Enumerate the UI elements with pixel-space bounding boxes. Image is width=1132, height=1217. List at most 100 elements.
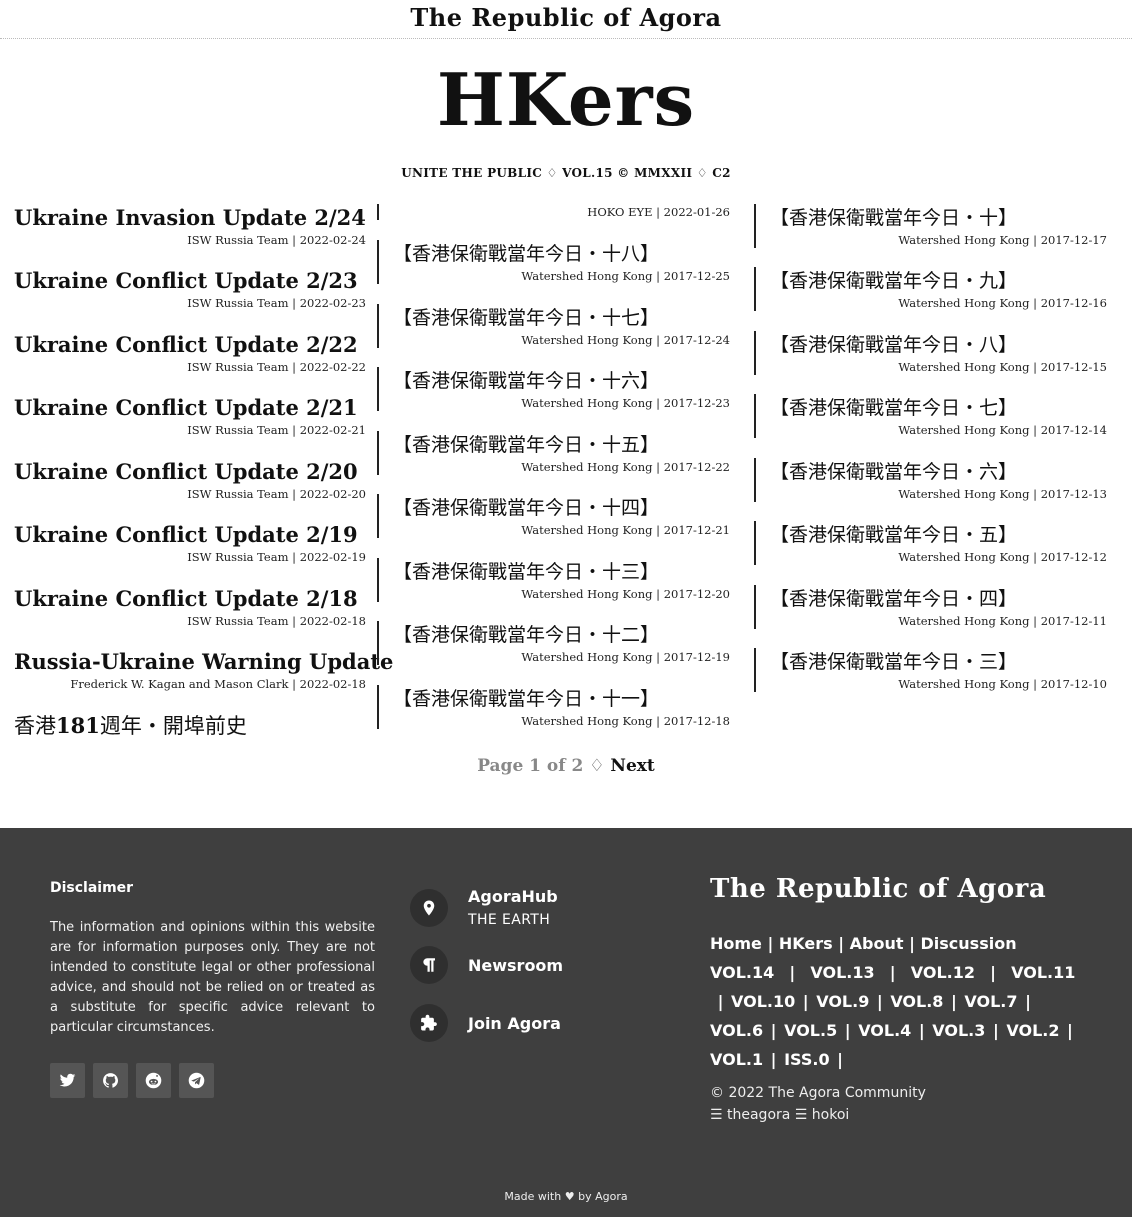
post-item[interactable]: Ukraine Conflict Update 2/21 ISW Russia …: [14, 394, 376, 438]
post-meta: ISW Russia Team | 2022-02-23: [187, 296, 366, 310]
post-meta: Watershed Hong Kong | 2017-12-15: [898, 360, 1107, 374]
twitter-icon[interactable]: [50, 1063, 85, 1098]
post-meta: ISW Russia Team | 2022-02-18: [187, 614, 366, 628]
post-item[interactable]: 【香港保衛戰當年今日・八】 Watershed Hong Kong | 2017…: [754, 331, 1107, 375]
vol-link[interactable]: VOL.4: [858, 1021, 911, 1040]
vol-link[interactable]: VOL.14: [710, 963, 774, 982]
post-title[interactable]: Ukraine Conflict Update 2/20: [14, 458, 376, 486]
post-title[interactable]: 【香港保衛戰當年今日・六】: [756, 458, 1107, 486]
post-title[interactable]: 【香港保衛戰當年今日・十六】: [379, 367, 730, 395]
vol-link[interactable]: ISS.0: [784, 1050, 830, 1069]
post-item[interactable]: Ukraine Conflict Update 2/22 ISW Russia …: [14, 331, 376, 375]
vol-link[interactable]: VOL.5: [784, 1021, 837, 1040]
post-title[interactable]: Ukraine Invasion Update 2/24: [14, 204, 376, 232]
vol-link[interactable]: VOL.13: [810, 963, 874, 982]
post-title[interactable]: 香港181週年・開埠前史: [14, 712, 376, 740]
footer-link-discussion[interactable]: Discussion: [921, 934, 1017, 953]
post-title[interactable]: 【香港保衛戰當年今日・十二】: [379, 621, 730, 649]
post-meta: ISW Russia Team | 2022-02-20: [187, 487, 366, 501]
disclaimer-text: The information and opinions within this…: [50, 920, 375, 1035]
vol-link[interactable]: VOL.9: [816, 992, 869, 1011]
post-meta: ISW Russia Team | 2022-02-24: [187, 233, 366, 247]
post-meta: Watershed Hong Kong | 2017-12-19: [521, 650, 730, 664]
post-title[interactable]: Ukraine Conflict Update 2/22: [14, 331, 376, 359]
tagline: UNITE THE PUBLIC ♢ VOL.15 © MMXXII ♢ C2: [401, 166, 731, 180]
post-item[interactable]: Ukraine Conflict Update 2/19 ISW Russia …: [14, 521, 376, 565]
vol-link[interactable]: VOL.8: [890, 992, 943, 1011]
post-item[interactable]: Ukraine Conflict Update 2/18 ISW Russia …: [14, 585, 376, 629]
post-meta: Watershed Hong Kong | 2017-12-16: [898, 296, 1107, 310]
join-agora-link[interactable]: Join Agora: [410, 1004, 561, 1042]
post-item[interactable]: 【香港保衛戰當年今日・十七】 Watershed Hong Kong | 201…: [377, 304, 730, 348]
logo[interactable]: HKers: [0, 56, 1132, 144]
footer-link-about[interactable]: About: [850, 934, 904, 953]
site-title[interactable]: The Republic of Agora: [0, 0, 1132, 36]
post-item[interactable]: 【香港保衛戰當年今日・十八】 Watershed Hong Kong | 201…: [377, 240, 730, 284]
post-title[interactable]: Russia-Ukraine Warning Update: [14, 648, 393, 676]
footer-link-home[interactable]: Home: [710, 934, 762, 953]
post-item[interactable]: 【香港保衛戰當年今日・六】 Watershed Hong Kong | 2017…: [754, 458, 1107, 502]
post-title[interactable]: Ukraine Conflict Update 2/23: [14, 267, 376, 295]
post-item[interactable]: 【香港保衛戰當年今日・七】 Watershed Hong Kong | 2017…: [754, 394, 1107, 438]
newsroom-label: Newsroom: [468, 955, 564, 975]
vol-link[interactable]: VOL.11: [1011, 963, 1075, 982]
post-item[interactable]: 【香港保衛戰當年今日・五】 Watershed Hong Kong | 2017…: [754, 521, 1107, 565]
post-title[interactable]: Ukraine Conflict Update 2/21: [14, 394, 376, 422]
vol-link[interactable]: VOL.10: [731, 992, 795, 1011]
post-title[interactable]: 【香港保衛戰當年今日・五】: [756, 521, 1107, 549]
vol-link[interactable]: VOL.1: [710, 1050, 763, 1069]
post-item[interactable]: 【香港保衛戰當年今日・十六】 Watershed Hong Kong | 201…: [377, 367, 730, 411]
post-title[interactable]: 【香港保衛戰當年今日・十一】: [379, 685, 730, 713]
post-item[interactable]: Ukraine Conflict Update 2/20 ISW Russia …: [14, 458, 376, 502]
vol-link[interactable]: VOL.12: [911, 963, 975, 982]
post-title[interactable]: 【香港保衛戰當年今日・七】: [756, 394, 1107, 422]
post-title[interactable]: 【香港保衛戰當年今日・十八】: [379, 240, 730, 268]
post-meta: HOKO EYE | 2022-01-26: [587, 205, 730, 219]
newsroom-link[interactable]: Newsroom: [410, 946, 563, 984]
vol-link[interactable]: VOL.2: [1006, 1021, 1059, 1040]
next-page-link[interactable]: Next: [610, 756, 654, 776]
post-meta: Watershed Hong Kong | 2017-12-17: [898, 233, 1107, 247]
post-item[interactable]: 【香港保衛戰當年今日・四】 Watershed Hong Kong | 2017…: [754, 585, 1107, 629]
post-item[interactable]: 香港181週年・開埠前史: [14, 712, 376, 740]
post-title[interactable]: 【香港保衛戰當年今日・十五】: [379, 431, 730, 459]
footer: Disclaimer The information and opinions …: [0, 828, 1132, 1217]
post-item[interactable]: 【香港保衛戰當年今日・十一】 Watershed Hong Kong | 201…: [377, 685, 730, 729]
post-title[interactable]: 【香港保衛戰當年今日・八】: [756, 331, 1107, 359]
post-title[interactable]: 【香港保衛戰當年今日・十三】: [379, 558, 730, 586]
post-meta: Watershed Hong Kong | 2017-12-21: [521, 523, 730, 537]
post-title[interactable]: Ukraine Conflict Update 2/19: [14, 521, 376, 549]
post-title[interactable]: 【香港保衛戰當年今日・四】: [756, 585, 1107, 613]
post-item[interactable]: HOKO EYE | 2022-01-26: [377, 204, 730, 220]
post-item[interactable]: 【香港保衛戰當年今日・十四】 Watershed Hong Kong | 201…: [377, 494, 730, 538]
agorahub-label: AgoraHub: [468, 887, 558, 906]
reddit-icon[interactable]: [136, 1063, 171, 1098]
post-meta: ISW Russia Team | 2022-02-21: [187, 423, 366, 437]
telegram-icon[interactable]: [179, 1063, 214, 1098]
post-title[interactable]: 【香港保衛戰當年今日・十四】: [379, 494, 730, 522]
post-title[interactable]: Ukraine Conflict Update 2/18: [14, 585, 376, 613]
post-item[interactable]: 【香港保衛戰當年今日・三】 Watershed Hong Kong | 2017…: [754, 648, 1107, 692]
vol-link[interactable]: VOL.6: [710, 1021, 763, 1040]
github-icon[interactable]: [93, 1063, 128, 1098]
vol-link[interactable]: VOL.3: [932, 1021, 985, 1040]
credits[interactable]: ☰ theagora ☰ hokoi: [710, 1104, 926, 1126]
made-with: Made with ♥ by Agora: [0, 1190, 1132, 1203]
post-title[interactable]: 【香港保衛戰當年今日・十七】: [379, 304, 730, 332]
post-title[interactable]: 【香港保衛戰當年今日・三】: [756, 648, 1107, 676]
footer-site-title[interactable]: The Republic of Agora: [710, 874, 1046, 904]
footer-link-hkers[interactable]: HKers: [779, 934, 833, 953]
agorahub-link[interactable]: AgoraHub THE EARTH: [410, 887, 558, 928]
post-title[interactable]: 【香港保衛戰當年今日・十】: [756, 204, 1107, 232]
post-item[interactable]: 【香港保衛戰當年今日・十二】 Watershed Hong Kong | 201…: [377, 621, 730, 665]
post-item[interactable]: Ukraine Invasion Update 2/24 ISW Russia …: [14, 204, 376, 248]
made-with-prefix: Made with: [504, 1190, 562, 1203]
vol-link[interactable]: VOL.7: [964, 992, 1017, 1011]
post-title[interactable]: 【香港保衛戰當年今日・九】: [756, 267, 1107, 295]
post-item[interactable]: 【香港保衛戰當年今日・十】 Watershed Hong Kong | 2017…: [754, 204, 1107, 248]
post-item[interactable]: Russia-Ukraine Warning Update Frederick …: [14, 648, 393, 692]
post-item[interactable]: 【香港保衛戰當年今日・九】 Watershed Hong Kong | 2017…: [754, 267, 1107, 311]
post-item[interactable]: 【香港保衛戰當年今日・十三】 Watershed Hong Kong | 201…: [377, 558, 730, 602]
post-item[interactable]: Ukraine Conflict Update 2/23 ISW Russia …: [14, 267, 376, 311]
post-item[interactable]: 【香港保衛戰當年今日・十五】 Watershed Hong Kong | 201…: [377, 431, 730, 475]
